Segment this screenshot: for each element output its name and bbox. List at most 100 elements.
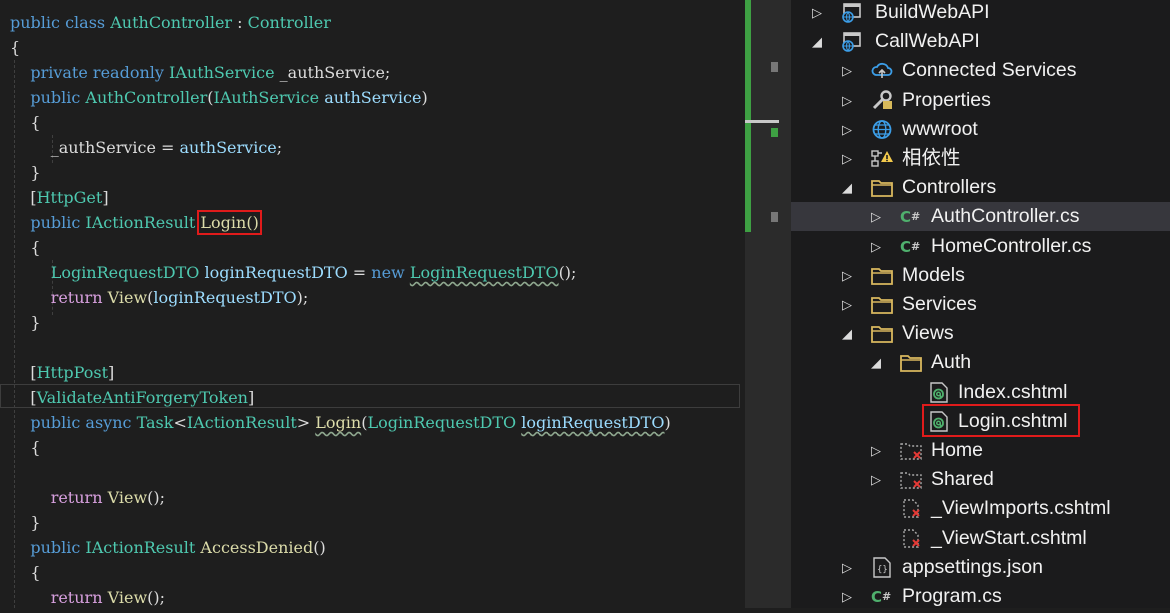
expand-arrow-icon[interactable]: ▷ <box>809 0 825 27</box>
tree-item[interactable]: ▷ Shared <box>791 465 1170 494</box>
scrollbar-marker <box>771 62 778 72</box>
code-token: private <box>30 63 88 82</box>
code-line: [HttpGet] <box>10 185 109 210</box>
expand-arrow-icon[interactable]: ▷ <box>868 465 884 494</box>
svg-text:#: # <box>911 240 920 253</box>
tree-item-label: Services <box>902 293 977 315</box>
csharp-file-icon: C # <box>899 206 923 227</box>
code-token: readonly <box>92 63 164 82</box>
code-token: ); <box>296 288 309 307</box>
code-line: public class AuthController : Controller <box>10 10 331 35</box>
highlighted-login-method: Login() <box>197 210 262 235</box>
collapse-arrow-icon[interactable]: ◢ <box>809 27 825 56</box>
tree-item[interactable]: ▷ wwwroot <box>791 115 1170 144</box>
tree-item-label: Controllers <box>902 176 997 199</box>
tree-item-label: BuildWebAPI <box>875 1 990 23</box>
tree-item[interactable]: ◢ CallWebAPI <box>791 27 1170 56</box>
code-token: Controller <box>247 13 331 32</box>
tree-item-label: _ViewImports.cshtml <box>931 497 1111 520</box>
code-token: = <box>347 263 372 282</box>
code-token: loginRequestDTO <box>153 288 297 307</box>
scrollbar-caret-position <box>745 120 779 123</box>
tree-item[interactable]: ◢ Views <box>791 319 1170 348</box>
expand-arrow-icon[interactable]: ▷ <box>868 232 884 261</box>
tree-item[interactable]: _ViewImports.cshtml <box>791 494 1170 523</box>
expand-arrow-icon[interactable]: ▷ <box>839 290 855 319</box>
tree-item-label: Properties <box>902 88 991 111</box>
tree-item[interactable]: ◢ Controllers <box>791 173 1170 202</box>
tree-item-label: Index.cshtml <box>958 380 1068 403</box>
expand-arrow-icon[interactable]: ▷ <box>839 86 855 115</box>
code-line: [ValidateAntiForgeryToken] <box>10 385 254 410</box>
code-token: _authService = <box>10 138 180 157</box>
svg-text:C: C <box>900 238 911 256</box>
tree-item[interactable]: ▷ C # HomeController.cs <box>791 232 1170 261</box>
tree-item[interactable]: _ViewStart.cshtml <box>791 524 1170 553</box>
tree-item[interactable]: ▷ 相依性 <box>791 144 1170 173</box>
tree-item[interactable]: ◢ Auth <box>791 348 1170 377</box>
code-line: public IActionResult AccessDenied() <box>10 535 325 560</box>
code-line: { <box>10 435 40 460</box>
expand-arrow-icon[interactable]: ▷ <box>839 115 855 144</box>
tree-item-label: Models <box>902 263 965 286</box>
code-token: HttpGet <box>36 188 103 207</box>
collapse-arrow-icon[interactable]: ◢ <box>839 173 855 202</box>
tree-item[interactable]: ▷ C # Program.cs <box>791 582 1170 611</box>
collapse-arrow-icon[interactable]: ◢ <box>868 348 884 377</box>
code-token: View <box>107 488 148 507</box>
code-line: { <box>10 235 41 260</box>
expand-arrow-icon[interactable]: ▷ <box>868 436 884 465</box>
code-line: [HttpPost] <box>10 360 114 385</box>
tree-item[interactable]: ▷ Properties <box>791 86 1170 115</box>
code-line: return View(loginRequestDTO); <box>10 285 309 310</box>
code-token: authService <box>324 88 422 107</box>
code-token: LoginRequestDTO <box>50 263 200 282</box>
folder-icon <box>870 177 894 198</box>
excluded-folder-icon <box>899 469 923 490</box>
tree-item[interactable]: Login.cshtml <box>791 407 1170 436</box>
tree-item-label: 相依性 <box>902 147 961 169</box>
code-line: public IActionResult Login() <box>10 210 262 235</box>
code-token: authService <box>179 138 277 157</box>
code-token: _authService; <box>274 63 391 82</box>
expand-arrow-icon[interactable]: ▷ <box>839 582 855 611</box>
solution-explorer[interactable]: ▷ BuildWebAPI ◢ CallWebAPI ▷ Connected Servic… <box>791 0 1170 608</box>
code-token: Task <box>136 413 174 432</box>
expand-arrow-icon[interactable]: ▷ <box>839 261 855 290</box>
code-token: [ <box>10 388 37 407</box>
tree-item[interactable]: ▷ {} appsettings.json <box>791 553 1170 582</box>
tree-item-label: Login.cshtml <box>958 409 1068 432</box>
tree-item[interactable]: Index.cshtml <box>791 378 1170 407</box>
code-token: ] <box>247 388 255 407</box>
code-line: { <box>10 35 20 60</box>
svg-text:#: # <box>911 210 920 223</box>
tree-item[interactable]: ▷ BuildWebAPI <box>791 0 1170 27</box>
tree-item[interactable]: ▷ Services <box>791 290 1170 319</box>
expand-arrow-icon[interactable]: ▷ <box>868 202 884 231</box>
folder-icon <box>870 323 894 344</box>
code-token: { <box>10 238 41 257</box>
code-token: ) <box>664 413 671 432</box>
tree-item-label: Views <box>902 322 954 345</box>
editor-vertical-scrollbar[interactable] <box>745 0 791 608</box>
code-editor[interactable]: public class AuthController : Controller… <box>0 0 745 608</box>
code-line: } <box>10 510 40 535</box>
expand-arrow-icon[interactable]: ▷ <box>839 553 855 582</box>
collapse-arrow-icon[interactable]: ◢ <box>839 319 855 348</box>
code-token: IAuthService <box>169 63 275 82</box>
tree-item[interactable]: ▷ Connected Services <box>791 56 1170 85</box>
code-token: return <box>50 288 103 307</box>
tree-item[interactable]: ▷ C # AuthController.cs <box>791 202 1170 232</box>
code-token: public <box>30 538 81 557</box>
code-token: ] <box>102 188 109 207</box>
svg-text:C: C <box>900 208 911 226</box>
expand-arrow-icon[interactable]: ▷ <box>839 144 855 173</box>
excluded-file-icon <box>899 498 923 519</box>
tree-item[interactable]: ▷ Home <box>791 436 1170 465</box>
svg-text:{}: {} <box>877 565 888 575</box>
tree-item[interactable]: ▷ Models <box>791 261 1170 290</box>
expand-arrow-icon[interactable]: ▷ <box>839 56 855 85</box>
svg-text:C: C <box>871 588 882 606</box>
